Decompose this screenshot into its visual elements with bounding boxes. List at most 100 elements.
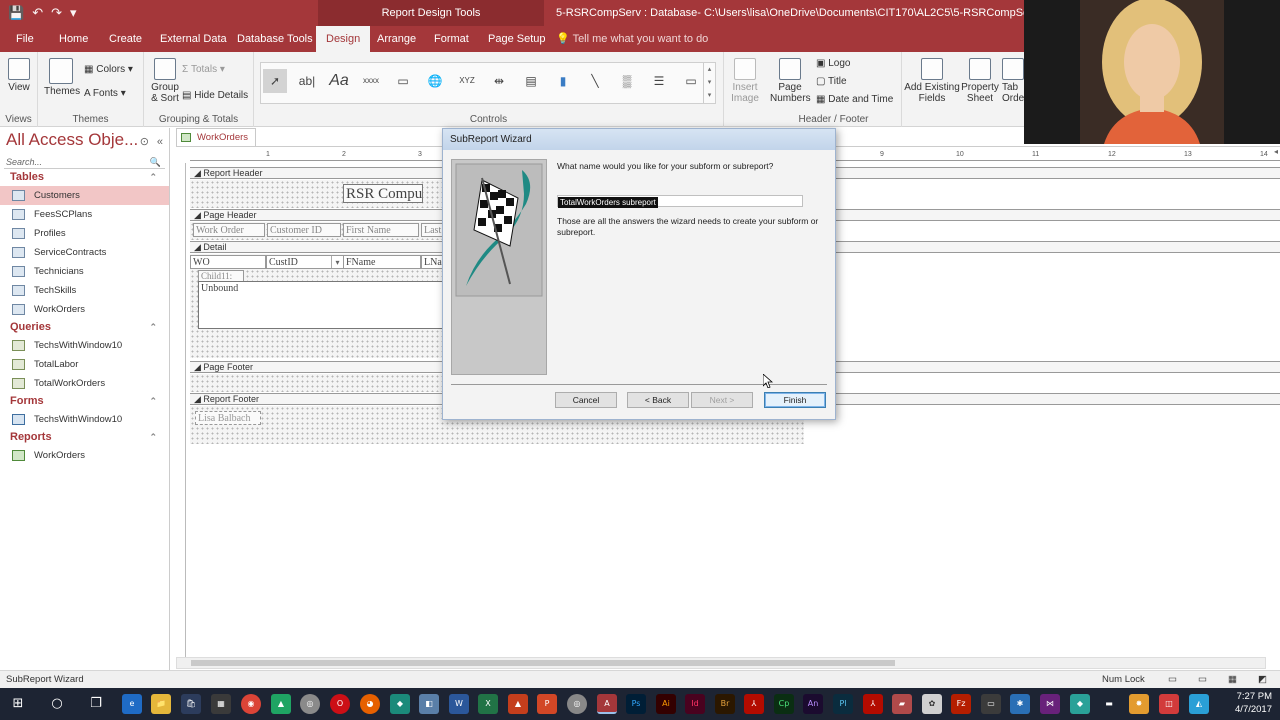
chart-icon[interactable]: ▮ [551, 69, 575, 93]
collapse-chevron-icon[interactable]: ⌃ [149, 169, 157, 186]
nav-item-profiles[interactable]: Profiles [0, 224, 169, 243]
redo-icon[interactable]: ↷ [51, 5, 62, 21]
collapse-chevron-icon[interactable]: ⌃ [149, 429, 157, 446]
edge-icon[interactable]: e [122, 694, 142, 714]
firefox-icon[interactable]: ◕ [360, 694, 380, 714]
google-drive-icon[interactable]: ▲ [271, 694, 291, 714]
pdf-icon[interactable]: ⅄ [863, 694, 883, 714]
button-control[interactable]: xxxx [359, 69, 383, 93]
store-icon[interactable]: 🛍 [181, 694, 201, 714]
option-group-control[interactable]: XYZ [455, 69, 479, 93]
nav-item-workorders[interactable]: WorkOrders [0, 446, 169, 465]
app-icon[interactable]: ◭ [1189, 694, 1209, 714]
tab-external-data[interactable]: External Data [154, 26, 233, 52]
clock[interactable]: 7:27 PM 4/7/2017 [1235, 690, 1272, 716]
nav-header[interactable]: All Access Obje... ⊙ « [0, 128, 169, 152]
field-fname[interactable]: FName [343, 255, 421, 269]
calculator-icon[interactable]: ▦ [211, 694, 231, 714]
app-icon[interactable]: ▲ [508, 694, 528, 714]
tab-create[interactable]: Create [103, 26, 148, 52]
app-icon[interactable]: ◆ [1070, 694, 1090, 714]
page-numbers-button[interactable]: Page Numbers [770, 58, 811, 104]
list-box-icon[interactable]: ☰ [647, 69, 671, 93]
field-lname[interactable]: LNa [421, 255, 443, 269]
totals-button[interactable]: Σ Totals ▾ [182, 64, 225, 75]
header-label-last[interactable]: Last [421, 223, 443, 237]
print-preview-icon[interactable]: ▭ [1198, 671, 1207, 688]
filezilla-icon[interactable]: Fz [951, 694, 971, 714]
fonts-button[interactable]: A Fonts ▾ [84, 88, 126, 99]
word-icon[interactable]: W [449, 694, 469, 714]
nav-section-queries[interactable]: Queries ⌃ [0, 319, 169, 336]
nav-item-totalworkorders[interactable]: TotalWorkOrders [0, 374, 169, 393]
footer-name-label[interactable]: Lisa Balbach [195, 411, 261, 425]
app-icon[interactable]: ◎ [567, 694, 587, 714]
tab-home[interactable]: Home [53, 26, 94, 52]
collapse-chevron-icon[interactable]: ⌃ [149, 393, 157, 410]
app-icon[interactable]: ◫ [1159, 694, 1179, 714]
nav-item-feesscplans[interactable]: FeesSCPlans [0, 205, 169, 224]
header-label-work-order[interactable]: Work Order [193, 223, 265, 237]
tab-order-button[interactable]: Tab Order [1002, 58, 1024, 104]
gallery-scroll-icon[interactable]: ▴ ▾ ▾ [703, 63, 715, 103]
app-icon[interactable]: Pl [833, 694, 853, 714]
nav-menu-icon[interactable]: ⊙ [140, 130, 149, 154]
app-icon[interactable]: ◆ [390, 694, 410, 714]
app-icon[interactable]: ◎ [300, 694, 320, 714]
report-view-icon[interactable]: ▭ [1168, 671, 1177, 688]
add-existing-fields-button[interactable]: Add Existing Fields [904, 58, 960, 104]
undo-icon[interactable]: ↶ [32, 5, 43, 21]
document-tab-workorders[interactable]: WorkOrders [176, 128, 256, 146]
nav-item-technicians[interactable]: Technicians [0, 262, 169, 281]
tab-database-tools[interactable]: Database Tools [231, 26, 319, 52]
design-view-icon[interactable]: ◩ [1258, 671, 1267, 688]
back-button[interactable]: < Back [627, 392, 689, 408]
nav-section-forms[interactable]: Forms ⌃ [0, 393, 169, 410]
nav-search-input[interactable]: Search... 🔍 [4, 155, 165, 169]
date-time-button[interactable]: ▦ Date and Time [816, 94, 893, 105]
save-icon[interactable]: 💾 [8, 5, 24, 21]
app-icon[interactable]: ✸ [1129, 694, 1149, 714]
logo-button[interactable]: ▣ Logo [816, 58, 850, 69]
indesign-icon[interactable]: Id [685, 694, 705, 714]
group-sort-button[interactable]: Group & Sort [148, 58, 182, 104]
windows-start-icon[interactable]: ⊞ [8, 694, 28, 714]
field-custid[interactable]: CustID ▾ [266, 255, 344, 269]
nav-item-techskills[interactable]: TechSkills [0, 281, 169, 300]
toggle-button-icon[interactable]: ▒ [615, 69, 639, 93]
tab-control-icon[interactable]: ▭ [391, 69, 415, 93]
tab-design[interactable]: Design [316, 26, 371, 52]
chrome-icon[interactable]: ◉ [241, 694, 261, 714]
opera-icon[interactable]: O [330, 694, 350, 714]
tell-me-box[interactable]: 💡 Tell me what you want to do [556, 26, 708, 52]
header-label-first-name[interactable]: First Name [343, 223, 419, 237]
animate-icon[interactable]: An [803, 694, 823, 714]
select-pointer-icon[interactable]: ➚ [263, 69, 287, 93]
tab-page-setup[interactable]: Page Setup [482, 26, 552, 52]
dropdown-arrow-icon[interactable]: ▾ [331, 256, 343, 268]
horizontal-scrollbar[interactable] [176, 657, 1266, 669]
nav-item-workorders[interactable]: WorkOrders [0, 300, 169, 319]
nav-item-techswithwindow10[interactable]: TechsWithWindow10 [0, 410, 169, 429]
access-icon[interactable]: A [597, 694, 617, 714]
insert-image-button[interactable]: Insert Image [728, 58, 762, 104]
property-sheet-button[interactable]: Property Sheet [960, 58, 1000, 104]
nav-item-techswithwindow10[interactable]: TechsWithWindow10 [0, 336, 169, 355]
app-icon[interactable]: ▭ [981, 694, 1001, 714]
line-icon[interactable]: ╲ [583, 69, 607, 93]
colors-button[interactable]: ▦ Colors ▾ [84, 64, 133, 75]
cortana-icon[interactable]: ○ [47, 694, 67, 714]
captivate-icon[interactable]: Cp [774, 694, 794, 714]
subreport-control[interactable]: Unbound [198, 281, 444, 329]
tab-arrange[interactable]: Arrange [371, 26, 422, 52]
themes-button[interactable]: Themes [44, 58, 80, 97]
hyperlink-icon[interactable]: 🌐 [423, 69, 447, 93]
report-title-label[interactable]: RSR Compu [343, 184, 423, 203]
wizard-title-bar[interactable]: SubReport Wizard [443, 129, 835, 150]
customize-qat-icon[interactable]: ▾ [70, 5, 77, 21]
powerpoint-icon[interactable]: P [537, 694, 557, 714]
page-break-icon[interactable]: ⇹ [487, 69, 511, 93]
file-explorer-icon[interactable]: 📁 [151, 694, 171, 714]
scrollbar-thumb[interactable] [191, 660, 895, 666]
collapse-chevron-icon[interactable]: ⌃ [149, 319, 157, 336]
